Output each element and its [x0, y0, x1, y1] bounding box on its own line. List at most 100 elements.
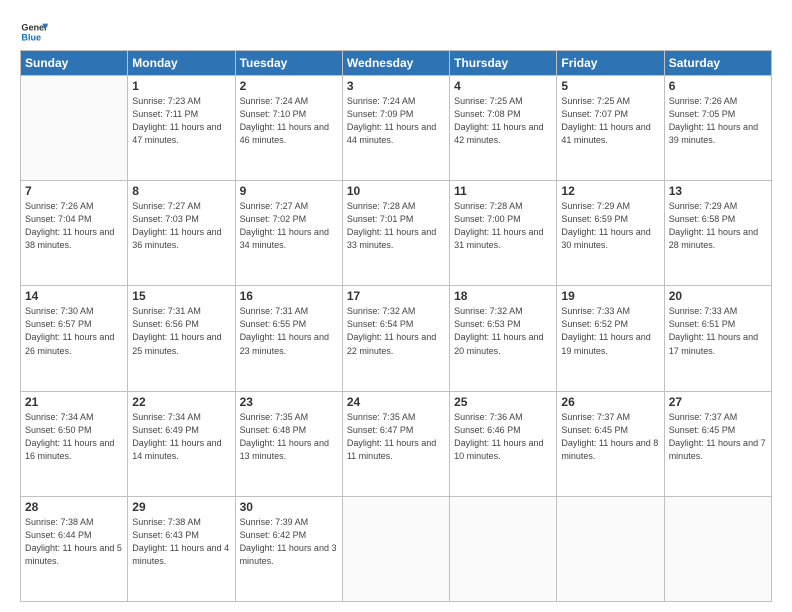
day-info: Sunrise: 7:32 AMSunset: 6:54 PMDaylight:…: [347, 305, 445, 357]
calendar-cell: 2 Sunrise: 7:24 AMSunset: 7:10 PMDaylight…: [235, 76, 342, 181]
day-info: Sunrise: 7:38 AMSunset: 6:43 PMDaylight:…: [132, 516, 230, 568]
day-number: 4: [454, 79, 552, 93]
calendar-header-row: SundayMondayTuesdayWednesdayThursdayFrid…: [21, 51, 772, 76]
day-info: Sunrise: 7:34 AMSunset: 6:50 PMDaylight:…: [25, 411, 123, 463]
day-number: 14: [25, 289, 123, 303]
calendar-cell: 4 Sunrise: 7:25 AMSunset: 7:08 PMDaylight…: [450, 76, 557, 181]
calendar-cell: 15 Sunrise: 7:31 AMSunset: 6:56 PMDayligh…: [128, 286, 235, 391]
calendar-cell: 22 Sunrise: 7:34 AMSunset: 6:49 PMDayligh…: [128, 391, 235, 496]
day-info: Sunrise: 7:24 AMSunset: 7:09 PMDaylight:…: [347, 95, 445, 147]
day-number: 8: [132, 184, 230, 198]
day-info: Sunrise: 7:33 AMSunset: 6:51 PMDaylight:…: [669, 305, 767, 357]
day-number: 10: [347, 184, 445, 198]
day-info: Sunrise: 7:23 AMSunset: 7:11 PMDaylight:…: [132, 95, 230, 147]
day-number: 2: [240, 79, 338, 93]
day-info: Sunrise: 7:28 AMSunset: 7:00 PMDaylight:…: [454, 200, 552, 252]
day-number: 30: [240, 500, 338, 514]
day-number: 12: [561, 184, 659, 198]
day-number: 11: [454, 184, 552, 198]
calendar-cell: 7 Sunrise: 7:26 AMSunset: 7:04 PMDaylight…: [21, 181, 128, 286]
day-info: Sunrise: 7:36 AMSunset: 6:46 PMDaylight:…: [454, 411, 552, 463]
day-number: 17: [347, 289, 445, 303]
day-info: Sunrise: 7:31 AMSunset: 6:56 PMDaylight:…: [132, 305, 230, 357]
calendar-week-3: 14Sunrise: 7:30 AMSunset: 6:57 PMDayligh…: [21, 286, 772, 391]
day-info: Sunrise: 7:26 AMSunset: 7:04 PMDaylight:…: [25, 200, 123, 252]
day-info: Sunrise: 7:39 AMSunset: 6:42 PMDaylight:…: [240, 516, 338, 568]
calendar-cell: [450, 496, 557, 601]
calendar-cell: 12 Sunrise: 7:29 AMSunset: 6:59 PMDayligh…: [557, 181, 664, 286]
calendar-cell: 27 Sunrise: 7:37 AMSunset: 6:45 PMDayligh…: [664, 391, 771, 496]
day-number: 5: [561, 79, 659, 93]
calendar-cell: 11 Sunrise: 7:28 AMSunset: 7:00 PMDayligh…: [450, 181, 557, 286]
calendar-cell: [342, 496, 449, 601]
calendar-page: General Blue SundayMondayTuesdayWednesda…: [0, 0, 792, 612]
day-number: 19: [561, 289, 659, 303]
calendar-week-1: 1 Sunrise: 7:23 AMSunset: 7:11 PMDaylight…: [21, 76, 772, 181]
day-number: 16: [240, 289, 338, 303]
day-info: Sunrise: 7:31 AMSunset: 6:55 PMDaylight:…: [240, 305, 338, 357]
svg-text:Blue: Blue: [21, 32, 41, 42]
col-header-wednesday: Wednesday: [342, 51, 449, 76]
day-number: 9: [240, 184, 338, 198]
day-number: 24: [347, 395, 445, 409]
day-number: 22: [132, 395, 230, 409]
logo: General Blue: [20, 18, 48, 46]
calendar-cell: 24 Sunrise: 7:35 AMSunset: 6:47 PMDayligh…: [342, 391, 449, 496]
day-info: Sunrise: 7:29 AMSunset: 6:59 PMDaylight:…: [561, 200, 659, 252]
col-header-sunday: Sunday: [21, 51, 128, 76]
day-info: Sunrise: 7:37 AMSunset: 6:45 PMDaylight:…: [669, 411, 767, 463]
col-header-saturday: Saturday: [664, 51, 771, 76]
day-info: Sunrise: 7:24 AMSunset: 7:10 PMDaylight:…: [240, 95, 338, 147]
day-number: 3: [347, 79, 445, 93]
day-info: Sunrise: 7:32 AMSunset: 6:53 PMDaylight:…: [454, 305, 552, 357]
day-number: 21: [25, 395, 123, 409]
day-number: 6: [669, 79, 767, 93]
calendar-cell: 18Sunrise: 7:32 AMSunset: 6:53 PMDayligh…: [450, 286, 557, 391]
calendar-cell: 8 Sunrise: 7:27 AMSunset: 7:03 PMDaylight…: [128, 181, 235, 286]
calendar-cell: 19 Sunrise: 7:33 AMSunset: 6:52 PMDayligh…: [557, 286, 664, 391]
day-info: Sunrise: 7:28 AMSunset: 7:01 PMDaylight:…: [347, 200, 445, 252]
calendar-cell: 17 Sunrise: 7:32 AMSunset: 6:54 PMDayligh…: [342, 286, 449, 391]
calendar-cell: 25 Sunrise: 7:36 AMSunset: 6:46 PMDayligh…: [450, 391, 557, 496]
day-number: 7: [25, 184, 123, 198]
calendar-week-2: 7 Sunrise: 7:26 AMSunset: 7:04 PMDaylight…: [21, 181, 772, 286]
logo-icon: General Blue: [20, 18, 48, 46]
col-header-thursday: Thursday: [450, 51, 557, 76]
calendar-cell: 21 Sunrise: 7:34 AMSunset: 6:50 PMDayligh…: [21, 391, 128, 496]
day-info: Sunrise: 7:33 AMSunset: 6:52 PMDaylight:…: [561, 305, 659, 357]
day-info: Sunrise: 7:25 AMSunset: 7:08 PMDaylight:…: [454, 95, 552, 147]
day-number: 26: [561, 395, 659, 409]
day-number: 13: [669, 184, 767, 198]
calendar-cell: 5Sunrise: 7:25 AMSunset: 7:07 PMDaylight…: [557, 76, 664, 181]
day-info: Sunrise: 7:35 AMSunset: 6:48 PMDaylight:…: [240, 411, 338, 463]
day-number: 28: [25, 500, 123, 514]
day-info: Sunrise: 7:26 AMSunset: 7:05 PMDaylight:…: [669, 95, 767, 147]
day-number: 1: [132, 79, 230, 93]
calendar-cell: [21, 76, 128, 181]
calendar-body: 1 Sunrise: 7:23 AMSunset: 7:11 PMDaylight…: [21, 76, 772, 602]
day-number: 23: [240, 395, 338, 409]
day-number: 29: [132, 500, 230, 514]
day-number: 15: [132, 289, 230, 303]
calendar-cell: 14Sunrise: 7:30 AMSunset: 6:57 PMDayligh…: [21, 286, 128, 391]
calendar-cell: [664, 496, 771, 601]
calendar-cell: 30 Sunrise: 7:39 AMSunset: 6:42 PMDayligh…: [235, 496, 342, 601]
day-number: 25: [454, 395, 552, 409]
calendar-cell: 16 Sunrise: 7:31 AMSunset: 6:55 PMDayligh…: [235, 286, 342, 391]
calendar-table: SundayMondayTuesdayWednesdayThursdayFrid…: [20, 50, 772, 602]
day-number: 27: [669, 395, 767, 409]
day-info: Sunrise: 7:34 AMSunset: 6:49 PMDaylight:…: [132, 411, 230, 463]
col-header-friday: Friday: [557, 51, 664, 76]
calendar-cell: 26Sunrise: 7:37 AMSunset: 6:45 PMDayligh…: [557, 391, 664, 496]
calendar-cell: 9Sunrise: 7:27 AMSunset: 7:02 PMDaylight…: [235, 181, 342, 286]
day-info: Sunrise: 7:27 AMSunset: 7:03 PMDaylight:…: [132, 200, 230, 252]
day-info: Sunrise: 7:35 AMSunset: 6:47 PMDaylight:…: [347, 411, 445, 463]
col-header-tuesday: Tuesday: [235, 51, 342, 76]
day-number: 20: [669, 289, 767, 303]
calendar-cell: 28 Sunrise: 7:38 AMSunset: 6:44 PMDayligh…: [21, 496, 128, 601]
calendar-week-5: 28 Sunrise: 7:38 AMSunset: 6:44 PMDayligh…: [21, 496, 772, 601]
day-info: Sunrise: 7:38 AMSunset: 6:44 PMDaylight:…: [25, 516, 123, 568]
calendar-cell: [557, 496, 664, 601]
day-info: Sunrise: 7:29 AMSunset: 6:58 PMDaylight:…: [669, 200, 767, 252]
calendar-cell: 29 Sunrise: 7:38 AMSunset: 6:43 PMDayligh…: [128, 496, 235, 601]
